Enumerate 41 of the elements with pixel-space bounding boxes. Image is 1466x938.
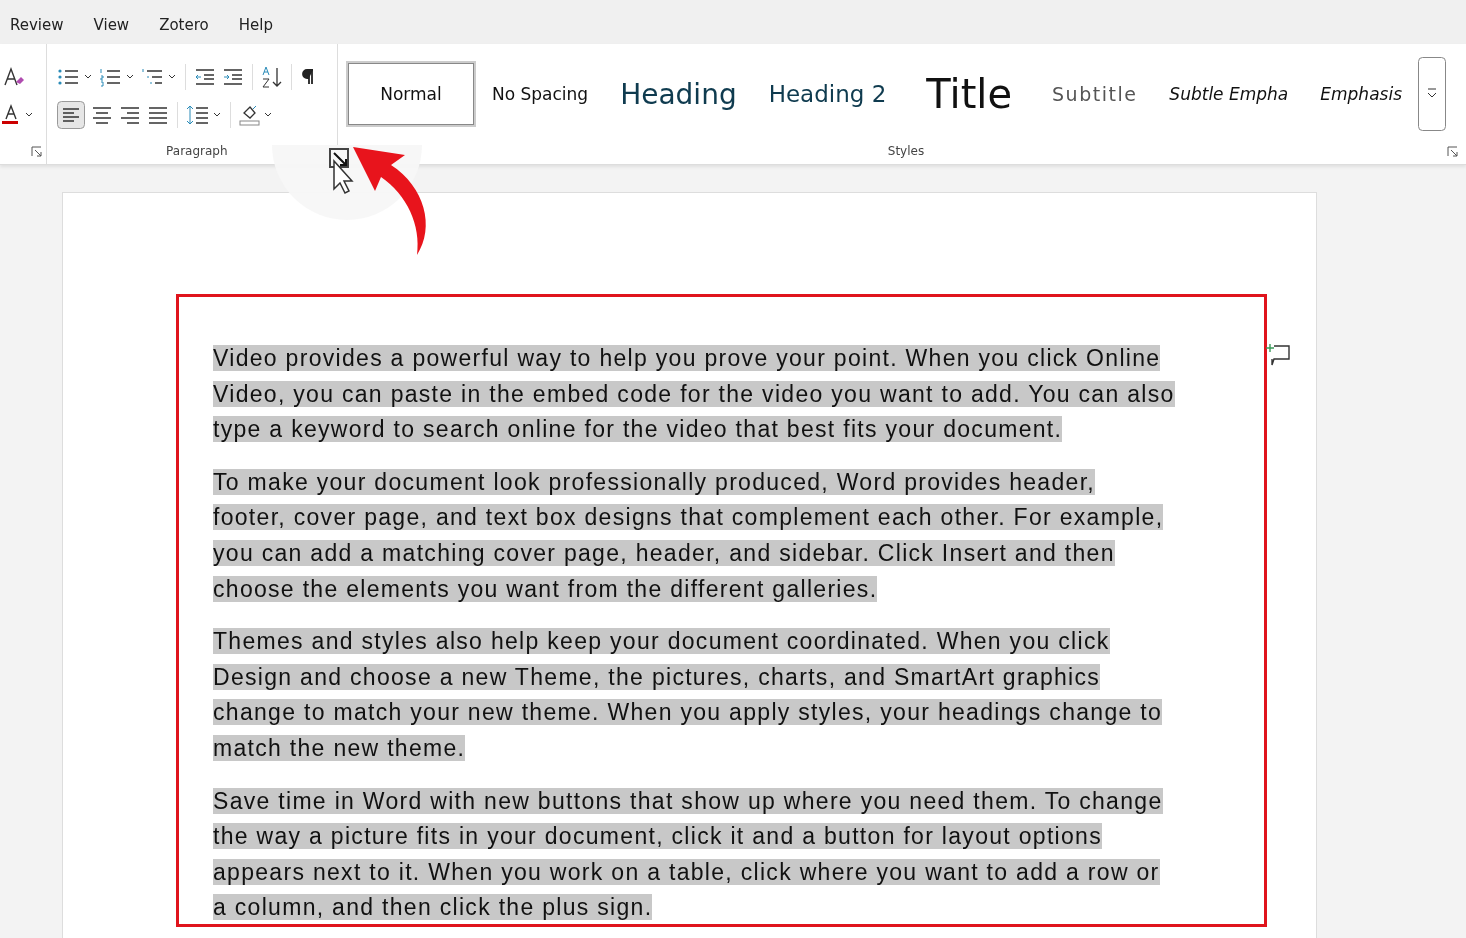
align-right-icon[interactable] [118,105,141,125]
align-center-icon[interactable] [90,105,113,125]
dialog-launcher-icon[interactable] [30,145,42,157]
style-option[interactable]: No Spacing [476,61,605,127]
sort-icon[interactable] [260,65,283,89]
new-comment-icon[interactable] [1266,343,1292,367]
paragraph: To make your document look professionally produced, Word provides header, footer, cover page, and text box designs that complement each other. For example, you can add a matching cover page, header, and sidebar. Click Insert and then choose the elements you want from the different galleries. [213,467,1165,604]
pilcrow-icon[interactable] [299,68,316,86]
multilevel-list-icon[interactable] [140,67,165,87]
line-spacing-icon[interactable] [185,104,210,126]
paragraph: Video provides a powerful way to help you prove your point. When you click Online Video, you can paste in the embed code for the video you want to add. You can also type a keyword to search online for the video that best fits your document. [213,344,1175,445]
numbering-icon[interactable] [98,67,123,87]
menu-tab[interactable]: Help [238,16,273,34]
style-option[interactable]: Subtitle [1036,61,1154,127]
group-label: Paragraph [166,144,228,158]
shading-icon[interactable] [238,104,261,126]
caret-icon[interactable] [262,111,273,119]
bullets-icon[interactable] [56,67,81,87]
style-option[interactable]: Normal [346,61,476,127]
style-option[interactable]: Emphasis [1304,61,1418,127]
paragraph: Save time in Word with new buttons that show up where you need them. To change the way a picture fits in your document, click it and a button for layout options appears next to it. When you work on a table, click where you want to add a row or a column, and then click the plus sign. [213,786,1164,923]
caret-icon[interactable] [24,111,34,119]
caret-icon[interactable] [211,111,222,119]
style-option[interactable]: Subtle Empha [1153,61,1305,127]
gallery-more-icon[interactable] [1418,57,1446,131]
decrease-indent-icon[interactable] [193,67,216,87]
caret-icon[interactable] [124,73,135,81]
justify-icon[interactable] [146,105,169,125]
menu-tab[interactable]: Zotero [159,16,209,34]
style-option[interactable]: Heading [604,61,753,127]
group-label: Styles [887,144,925,158]
style-option[interactable]: Title [902,61,1037,127]
dialog-launcher-icon[interactable] [1447,146,1458,157]
paragraph: Themes and styles also help keep your document coordinated. When you click Design and choose a new Theme, the pictures, charts, and SmartArt graphics change to match your new theme. When you apply styles, your headings change to match the new theme. [213,627,1164,763]
caret-icon[interactable] [82,73,93,81]
menu-tab[interactable]: View [93,16,130,34]
menu-tab[interactable]: Review [10,16,64,34]
caret-icon[interactable] [166,73,177,81]
align-left-icon[interactable] [56,101,85,129]
style-option[interactable]: Heading 2 [752,61,903,127]
increase-indent-icon[interactable] [221,67,244,87]
